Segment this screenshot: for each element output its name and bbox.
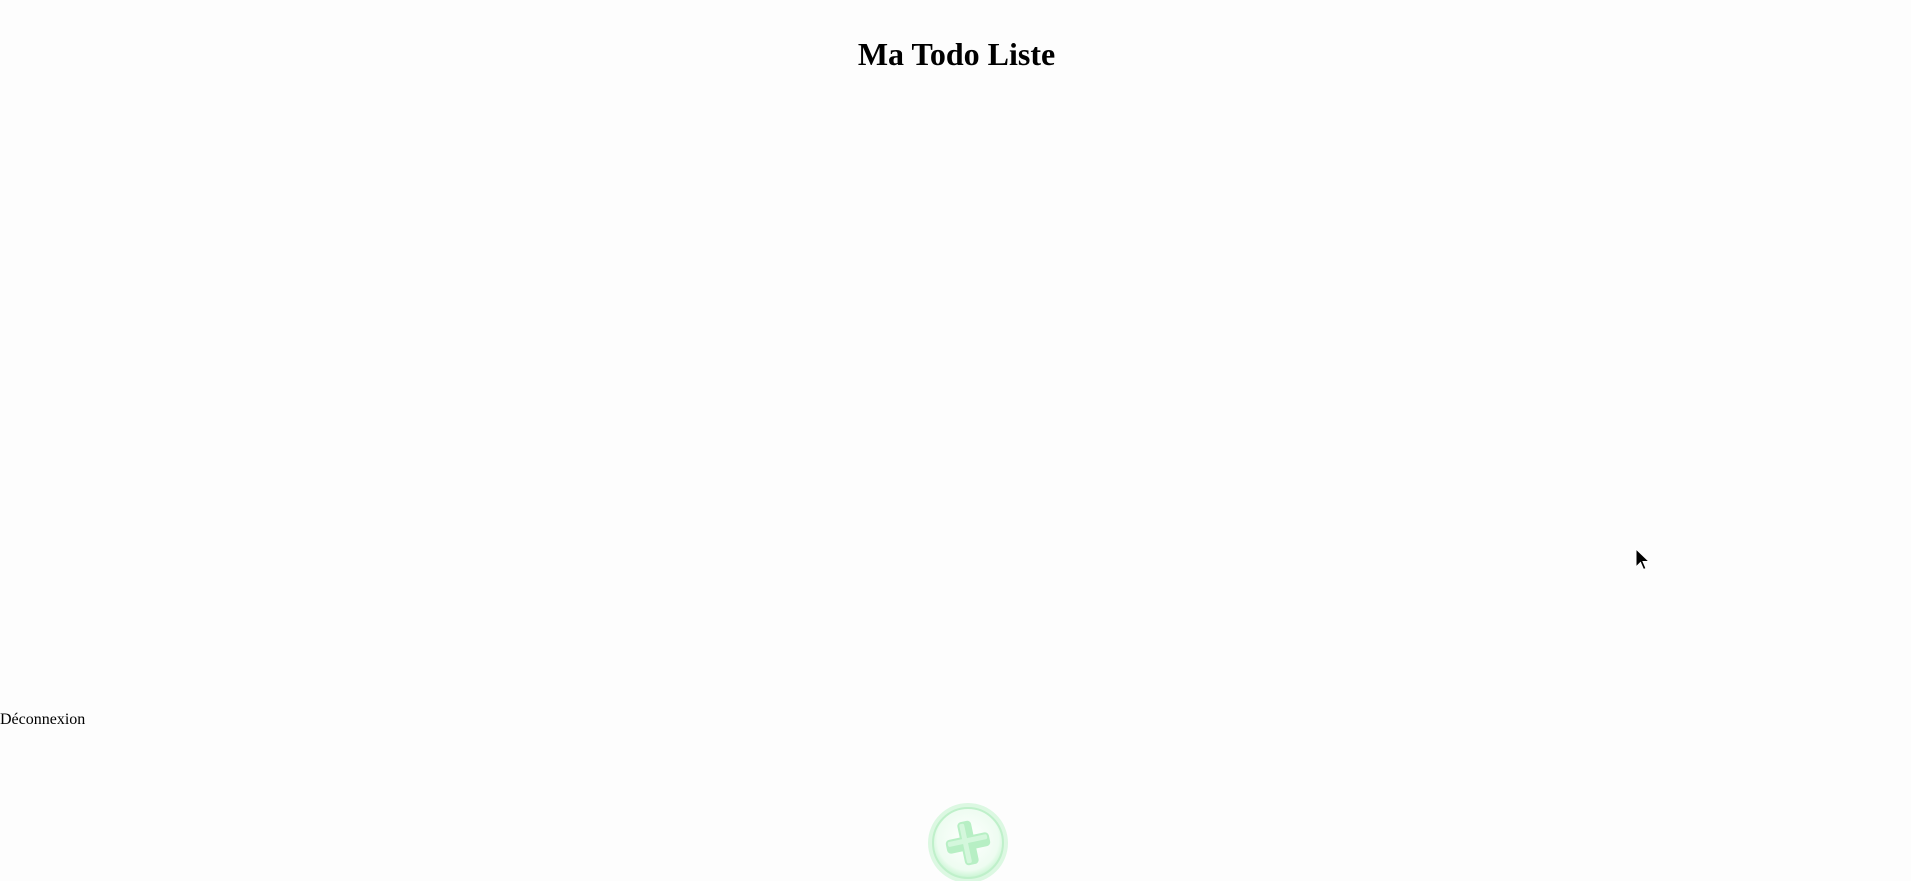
todo-page: Ma Todo Liste Déconnexion (0, 0, 1911, 881)
mouse-cursor-icon (1635, 548, 1651, 571)
plus-circle-icon (928, 803, 1008, 881)
add-todo-button[interactable] (926, 801, 1010, 881)
page-title: Ma Todo Liste (857, 36, 1056, 72)
logout-link[interactable]: Déconnexion (0, 710, 85, 730)
